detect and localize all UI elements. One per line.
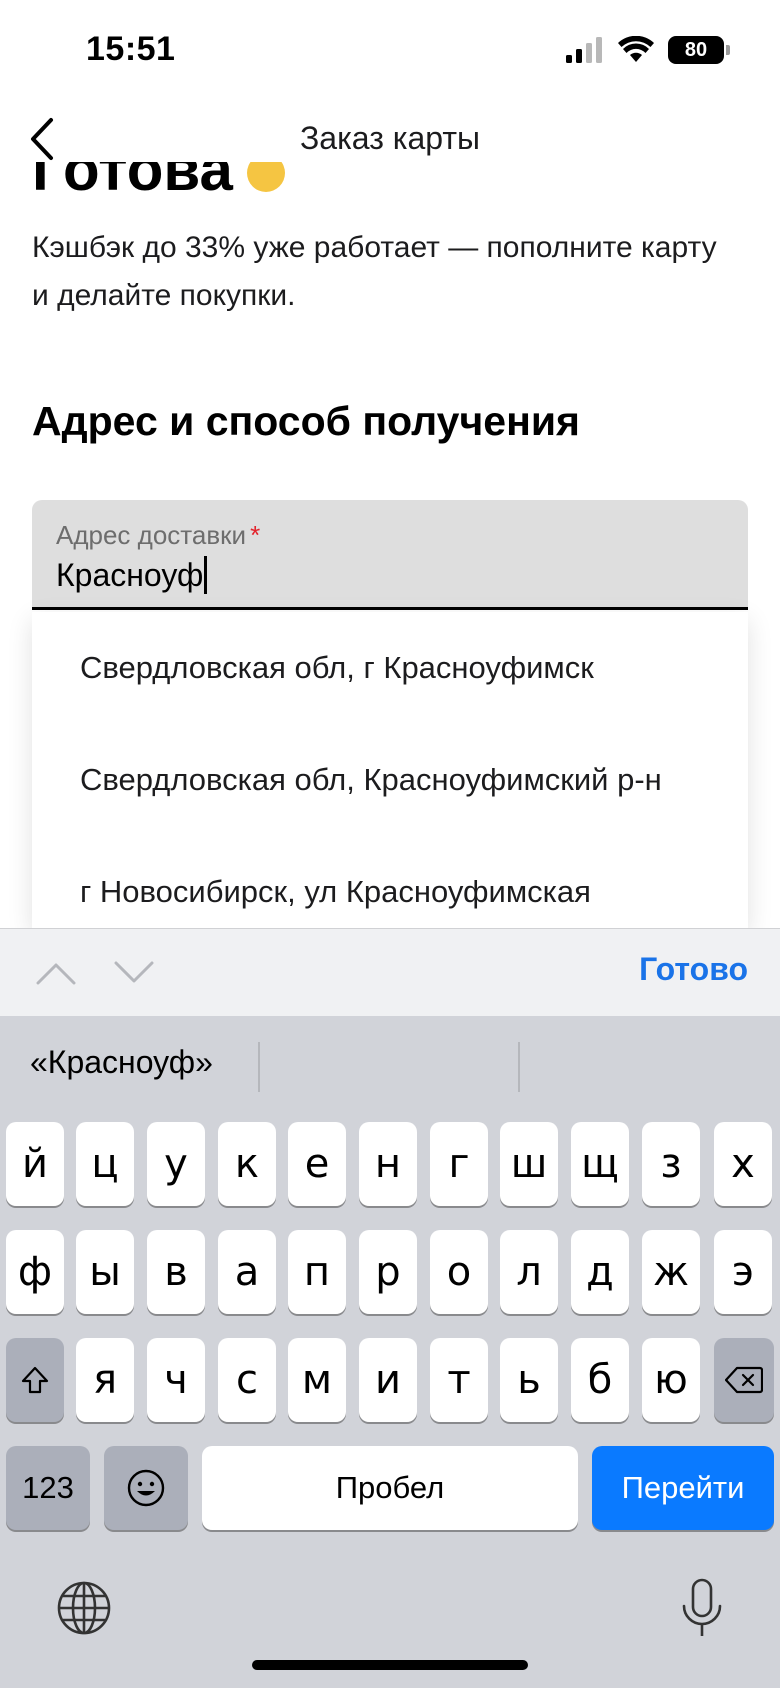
backspace-icon: [725, 1366, 763, 1394]
prediction-suggestion[interactable]: «Красноуф»: [30, 1044, 213, 1081]
page-heading-text: Готова: [32, 162, 233, 202]
key[interactable]: ы: [76, 1230, 134, 1314]
status-bar: 15:51 80: [0, 0, 780, 100]
suggestion-item[interactable]: г Новосибирск, ул Красноуфимская: [32, 836, 748, 928]
previous-field-button[interactable]: [34, 951, 78, 995]
key[interactable]: е: [288, 1122, 346, 1206]
emoji-key[interactable]: [104, 1446, 188, 1530]
address-suggestions: Свердловская обл, г Красноуфимск Свердло…: [32, 612, 748, 928]
address-input[interactable]: Красноуф: [56, 556, 208, 594]
cellular-signal-icon: [566, 37, 602, 63]
key[interactable]: г: [430, 1122, 488, 1206]
key[interactable]: ш: [500, 1122, 558, 1206]
field-label: Адрес доставки *: [56, 520, 260, 551]
go-key[interactable]: Перейти: [592, 1446, 774, 1530]
text-caret: [204, 556, 208, 594]
wifi-icon: [618, 36, 654, 62]
key[interactable]: и: [359, 1338, 417, 1422]
globe-icon: [57, 1581, 111, 1635]
next-field-button[interactable]: [112, 951, 156, 995]
key[interactable]: р: [359, 1230, 417, 1314]
key[interactable]: ж: [642, 1230, 700, 1314]
backspace-key[interactable]: [714, 1338, 774, 1422]
key[interactable]: с: [218, 1338, 276, 1422]
section-title: Адрес и способ получения: [32, 398, 580, 444]
status-icons: 80: [566, 36, 730, 64]
home-indicator: [252, 1660, 528, 1670]
prediction-divider: [518, 1042, 520, 1092]
numbers-key[interactable]: 123: [6, 1446, 90, 1530]
key[interactable]: щ: [571, 1122, 629, 1206]
key[interactable]: ь: [500, 1338, 558, 1422]
subtitle: Кэшбэк до 33% уже работает — пополните к…: [32, 231, 717, 312]
chevron-up-icon: [36, 963, 76, 985]
key[interactable]: з: [642, 1122, 700, 1206]
key[interactable]: ф: [6, 1230, 64, 1314]
nav-title: Заказ карты: [299, 120, 481, 156]
coin-emoji-icon: [246, 162, 285, 192]
suggestion-item[interactable]: Свердловская обл, Красноуфимский р-н: [32, 724, 748, 836]
key[interactable]: н: [359, 1122, 417, 1206]
key[interactable]: ю: [642, 1338, 700, 1422]
page-heading: Готова: [32, 162, 532, 200]
suggestion-item[interactable]: Свердловская обл, г Красноуфимск: [32, 612, 748, 724]
key[interactable]: в: [147, 1230, 205, 1314]
globe-button[interactable]: [56, 1580, 112, 1641]
prediction-bar: «Красноуф»: [0, 1016, 780, 1116]
key[interactable]: я: [76, 1338, 134, 1422]
address-input-value: Красноуф: [56, 556, 204, 593]
space-key[interactable]: Пробел: [202, 1446, 578, 1530]
shift-icon: [21, 1366, 49, 1394]
key[interactable]: к: [218, 1122, 276, 1206]
key[interactable]: п: [288, 1230, 346, 1314]
key[interactable]: о: [430, 1230, 488, 1314]
key[interactable]: м: [288, 1338, 346, 1422]
keyboard: «Красноуф» й ц у к е н г ш щ з х ф ы в а…: [0, 1016, 780, 1688]
keyboard-toolbar: Готово: [0, 928, 780, 1016]
heading-clip: Готова: [32, 162, 532, 202]
delivery-address-field[interactable]: Адрес доставки * Красноуф: [32, 500, 748, 610]
done-button[interactable]: Готово: [639, 951, 748, 988]
chevron-down-icon: [114, 961, 154, 983]
status-time: 15:51: [86, 30, 176, 68]
key[interactable]: т: [430, 1338, 488, 1422]
microphone-icon: [682, 1578, 722, 1636]
key[interactable]: д: [571, 1230, 629, 1314]
prediction-divider: [258, 1042, 260, 1092]
field-label-text: Адрес доставки: [56, 520, 247, 550]
key[interactable]: л: [500, 1230, 558, 1314]
emoji-icon: [127, 1469, 165, 1507]
key[interactable]: б: [571, 1338, 629, 1422]
key[interactable]: х: [714, 1122, 772, 1206]
key[interactable]: э: [714, 1230, 772, 1314]
key[interactable]: а: [218, 1230, 276, 1314]
dictation-button[interactable]: [680, 1578, 724, 1645]
shift-key[interactable]: [6, 1338, 64, 1422]
key[interactable]: й: [6, 1122, 64, 1206]
required-mark: *: [250, 520, 261, 550]
battery-icon: 80: [668, 36, 730, 64]
key[interactable]: ч: [147, 1338, 205, 1422]
key[interactable]: у: [147, 1122, 205, 1206]
key[interactable]: ц: [76, 1122, 134, 1206]
